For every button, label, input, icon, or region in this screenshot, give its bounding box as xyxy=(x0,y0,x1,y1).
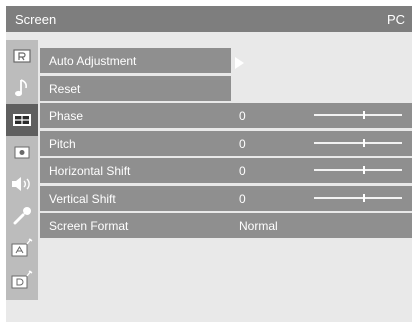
screen-menu-panel: Screen PC Auto Adjustment Reset Phase 0 … xyxy=(6,6,412,322)
menu-item-label: Auto Adjustment xyxy=(49,54,137,68)
menu-item-pitch[interactable]: Pitch 0 xyxy=(40,131,412,156)
antenna-a-icon[interactable] xyxy=(6,232,38,264)
phase-slider[interactable] xyxy=(314,111,402,119)
menu-item-vertical-shift[interactable]: Vertical Shift 0 xyxy=(40,186,412,211)
menu-item-label: Reset xyxy=(49,82,81,96)
menu-item-screen-format[interactable]: Screen Format Normal xyxy=(40,213,412,238)
menu-item-horizontal-shift[interactable]: Horizontal Shift 0 xyxy=(40,158,412,183)
camera-icon[interactable] xyxy=(6,136,38,168)
menu-item-label: Vertical Shift xyxy=(49,192,116,206)
menu-item-value: 0 xyxy=(239,164,246,178)
pitch-slider[interactable] xyxy=(314,139,402,147)
wrench-icon[interactable] xyxy=(6,200,38,232)
input-source-label: PC xyxy=(386,12,405,27)
speaker-icon[interactable] xyxy=(6,168,38,200)
menu-item-label: Pitch xyxy=(49,137,76,151)
menu-title: Screen xyxy=(15,12,57,27)
menu-item-label: Horizontal Shift xyxy=(49,164,131,178)
menu-item-reset[interactable]: Reset xyxy=(40,76,231,101)
title-bar: Screen PC xyxy=(6,6,412,32)
music-note-icon[interactable] xyxy=(6,72,38,104)
slider-knob[interactable] xyxy=(363,111,366,119)
slider-knob[interactable] xyxy=(363,139,366,147)
picture-icon[interactable] xyxy=(6,40,38,72)
category-icon-column xyxy=(6,40,38,300)
menu-item-value: 0 xyxy=(239,137,246,151)
menu-item-label: Phase xyxy=(49,109,84,123)
menu-item-label: Screen Format xyxy=(49,219,129,233)
menu-item-value: 0 xyxy=(239,109,246,123)
menu-item-auto-adjustment[interactable]: Auto Adjustment xyxy=(40,48,231,73)
menu-item-phase[interactable]: Phase 0 xyxy=(40,103,412,128)
horizontal-shift-slider[interactable] xyxy=(314,166,402,174)
menu-item-value: Normal xyxy=(239,219,278,233)
submenu-arrow-icon xyxy=(235,57,244,69)
menu-item-value: 0 xyxy=(239,192,246,206)
vertical-shift-slider[interactable] xyxy=(314,194,402,202)
slider-knob[interactable] xyxy=(363,194,366,202)
antenna-d-icon[interactable] xyxy=(6,264,38,296)
screen-icon[interactable] xyxy=(6,104,38,136)
slider-knob[interactable] xyxy=(363,166,366,174)
